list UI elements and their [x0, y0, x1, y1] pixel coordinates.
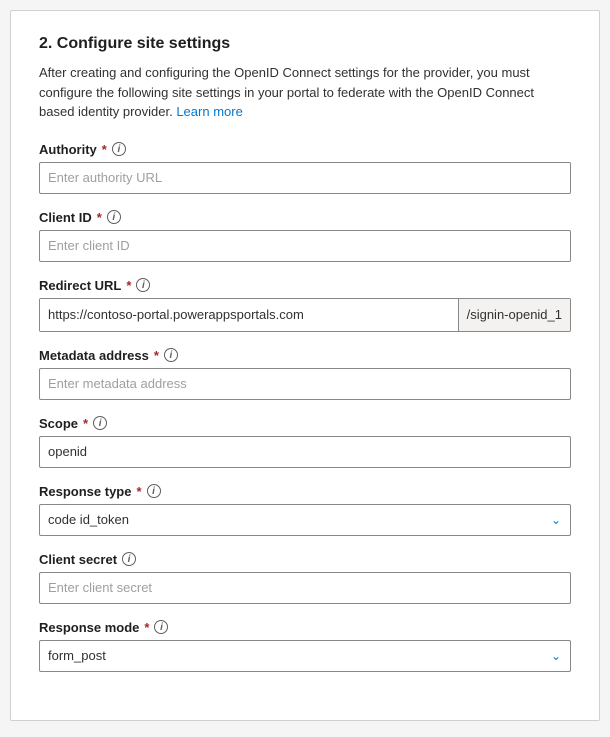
scope-input[interactable] — [39, 436, 571, 468]
client-id-field-group: Client ID * i — [39, 210, 571, 262]
client-secret-input[interactable] — [39, 572, 571, 604]
response-type-label: Response type * i — [39, 484, 571, 499]
client-id-required: * — [97, 210, 102, 225]
authority-info-icon[interactable]: i — [112, 142, 126, 156]
response-mode-field-group: Response mode * i form_postqueryfragment… — [39, 620, 571, 672]
scope-required: * — [83, 416, 88, 431]
section-description: After creating and configuring the OpenI… — [39, 63, 571, 122]
scope-label: Scope * i — [39, 416, 571, 431]
client-secret-info-icon[interactable]: i — [122, 552, 136, 566]
response-type-select[interactable]: code id_tokencodeid_tokentoken — [39, 504, 571, 536]
metadata-address-required: * — [154, 348, 159, 363]
redirect-url-info-icon[interactable]: i — [136, 278, 150, 292]
response-mode-select-wrapper: form_postqueryfragment ⌄ — [39, 640, 571, 672]
response-mode-label: Response mode * i — [39, 620, 571, 635]
authority-label: Authority * i — [39, 142, 571, 157]
response-type-select-wrapper: code id_tokencodeid_tokentoken ⌄ — [39, 504, 571, 536]
response-mode-required: * — [144, 620, 149, 635]
response-type-info-icon[interactable]: i — [147, 484, 161, 498]
response-type-field-group: Response type * i code id_tokencodeid_to… — [39, 484, 571, 536]
redirect-url-input[interactable] — [40, 299, 458, 331]
client-id-info-icon[interactable]: i — [107, 210, 121, 224]
section-title: 2. Configure site settings — [39, 35, 571, 53]
learn-more-link[interactable]: Learn more — [176, 104, 242, 119]
client-secret-label: Client secret i — [39, 552, 571, 567]
metadata-address-input[interactable] — [39, 368, 571, 400]
configure-site-settings-card: 2. Configure site settings After creatin… — [10, 10, 600, 721]
metadata-address-info-icon[interactable]: i — [164, 348, 178, 362]
redirect-url-suffix: /signin-openid_1 — [458, 299, 570, 331]
response-type-required: * — [136, 484, 141, 499]
redirect-url-label: Redirect URL * i — [39, 278, 571, 293]
client-secret-field-group: Client secret i — [39, 552, 571, 604]
redirect-url-wrapper: /signin-openid_1 — [39, 298, 571, 332]
client-id-input[interactable] — [39, 230, 571, 262]
scope-field-group: Scope * i — [39, 416, 571, 468]
redirect-url-required: * — [126, 278, 131, 293]
metadata-address-label: Metadata address * i — [39, 348, 571, 363]
response-mode-info-icon[interactable]: i — [154, 620, 168, 634]
scope-info-icon[interactable]: i — [93, 416, 107, 430]
authority-required: * — [102, 142, 107, 157]
authority-field-group: Authority * i — [39, 142, 571, 194]
authority-input[interactable] — [39, 162, 571, 194]
client-id-label: Client ID * i — [39, 210, 571, 225]
metadata-address-field-group: Metadata address * i — [39, 348, 571, 400]
response-mode-select[interactable]: form_postqueryfragment — [39, 640, 571, 672]
redirect-url-field-group: Redirect URL * i /signin-openid_1 — [39, 278, 571, 332]
